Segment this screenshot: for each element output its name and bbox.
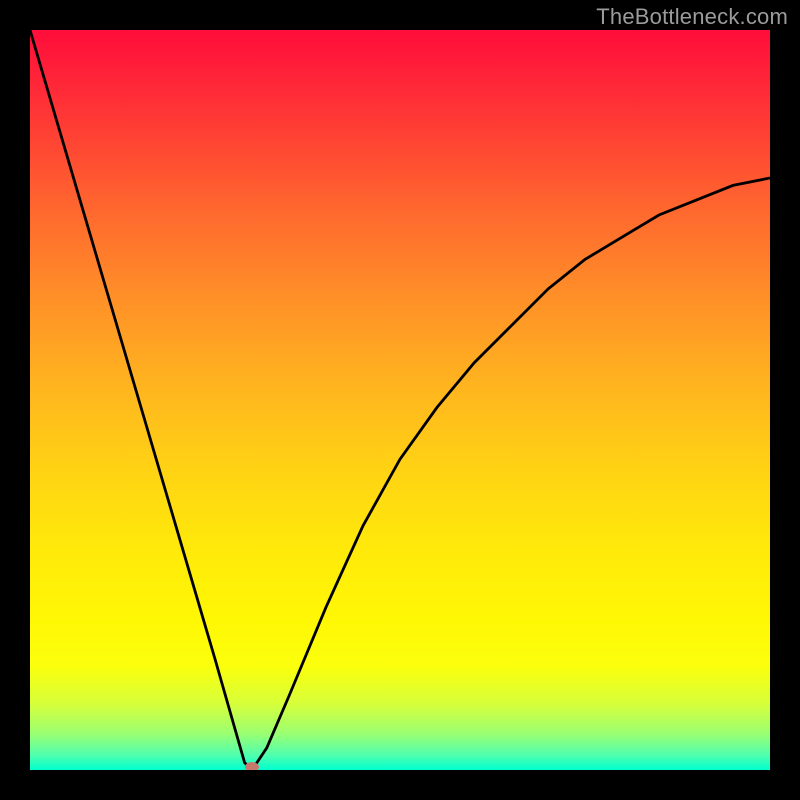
watermark-text: TheBottleneck.com [596, 4, 788, 30]
chart-frame [0, 0, 800, 800]
